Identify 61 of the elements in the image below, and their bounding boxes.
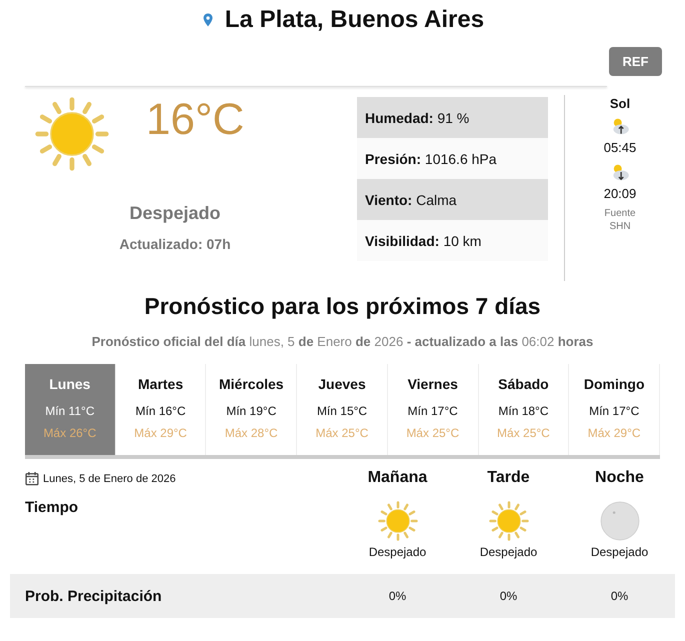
detail-text: Visibilidad: 10 km bbox=[365, 232, 482, 248]
sunrise-time: 05:45 bbox=[604, 140, 636, 155]
condition-text: Despejado bbox=[368, 545, 426, 559]
precipitation-value: 0% bbox=[610, 589, 630, 603]
row-label: Prob. Precipitación bbox=[25, 588, 163, 604]
min-temp: Mín 19°C bbox=[226, 404, 276, 418]
detail-text: Presión: 1016.6 hPa bbox=[365, 150, 497, 166]
max-temp: Máx 25°C bbox=[316, 426, 368, 440]
date-text: Lunes, 5 de Enero de 2026 bbox=[43, 472, 176, 484]
sun-icon bbox=[33, 95, 111, 173]
detail-text: Humedad: 91 % bbox=[365, 110, 470, 126]
updated-text: Actualizado: 07h bbox=[119, 236, 231, 252]
precipitation-value: 0% bbox=[388, 589, 408, 603]
precipitation-value: 0% bbox=[498, 589, 518, 603]
day-name: Viernes bbox=[408, 376, 458, 392]
day-name: Miércoles bbox=[219, 376, 284, 392]
day-name: Jueves bbox=[318, 376, 366, 392]
day-tab[interactable]: Viernes Mín 17°C Máx 25°C bbox=[388, 364, 479, 455]
sun-title: Sol bbox=[610, 96, 630, 111]
temperature: 16°C bbox=[146, 95, 244, 145]
day-name: Domingo bbox=[584, 376, 644, 392]
condition-text: Despejado bbox=[129, 203, 221, 224]
max-temp: Máx 25°C bbox=[406, 426, 460, 440]
max-temp: Máx 26°C bbox=[43, 426, 96, 440]
forecast-subtitle: Pronóstico oficial del día lunes, 5 de Enero de 2026 - actualizado a las 06:02 horas bbox=[90, 334, 594, 349]
min-temp: Mín 18°C bbox=[498, 404, 549, 418]
min-temp: Mín 17°C bbox=[408, 404, 458, 418]
max-temp: Máx 28°C bbox=[224, 426, 278, 440]
detail-text: Viento: Calma bbox=[365, 192, 457, 208]
day-tab[interactable]: Jueves Mín 15°C Máx 25°C bbox=[297, 364, 388, 455]
moon-icon bbox=[598, 500, 640, 542]
condition-text: Despejado bbox=[590, 545, 648, 559]
day-tab[interactable]: Miércoles Mín 19°C Máx 28°C bbox=[206, 364, 298, 455]
day-tab[interactable]: Martes Mín 16°C Máx 29°C bbox=[116, 364, 206, 455]
day-tab[interactable]: Lunes Mín 11°C Máx 26°C bbox=[25, 364, 116, 455]
ref-button[interactable]: REF bbox=[609, 47, 662, 76]
max-temp: Máx 29°C bbox=[134, 426, 187, 440]
min-temp: Mín 17°C bbox=[589, 404, 640, 418]
day-tab[interactable]: Domingo Mín 17°C Máx 29°C bbox=[569, 364, 660, 455]
source-label: Fuente bbox=[604, 207, 636, 220]
min-temp: Mín 11°C bbox=[45, 404, 94, 418]
day-name: Martes bbox=[138, 376, 184, 392]
period-name: Noche bbox=[594, 468, 645, 487]
calendar-icon bbox=[25, 471, 39, 486]
day-tab[interactable]: Sábado Mín 18°C Máx 25°C bbox=[478, 364, 570, 455]
max-temp: Máx 29°C bbox=[588, 426, 641, 440]
forecast-title: Pronóstico para los próximos 7 días bbox=[143, 293, 542, 320]
row-label: Tiempo bbox=[25, 498, 80, 518]
sun-icon bbox=[376, 500, 418, 542]
condition-text: Despejado bbox=[480, 545, 538, 559]
sunset-time: 20:09 bbox=[604, 186, 636, 201]
min-temp: Mín 15°C bbox=[316, 404, 368, 418]
period-name: Tarde bbox=[486, 468, 531, 487]
max-temp: Máx 25°C bbox=[497, 426, 550, 440]
sun-icon bbox=[488, 500, 530, 542]
min-temp: Mín 16°C bbox=[136, 404, 186, 418]
period-name: Mañana bbox=[366, 468, 428, 487]
day-name: Lunes bbox=[49, 376, 90, 392]
location-title: La Plata, Buenos Aires bbox=[224, 6, 484, 34]
day-name: Sábado bbox=[498, 376, 549, 392]
source-name: SHN bbox=[609, 220, 631, 233]
